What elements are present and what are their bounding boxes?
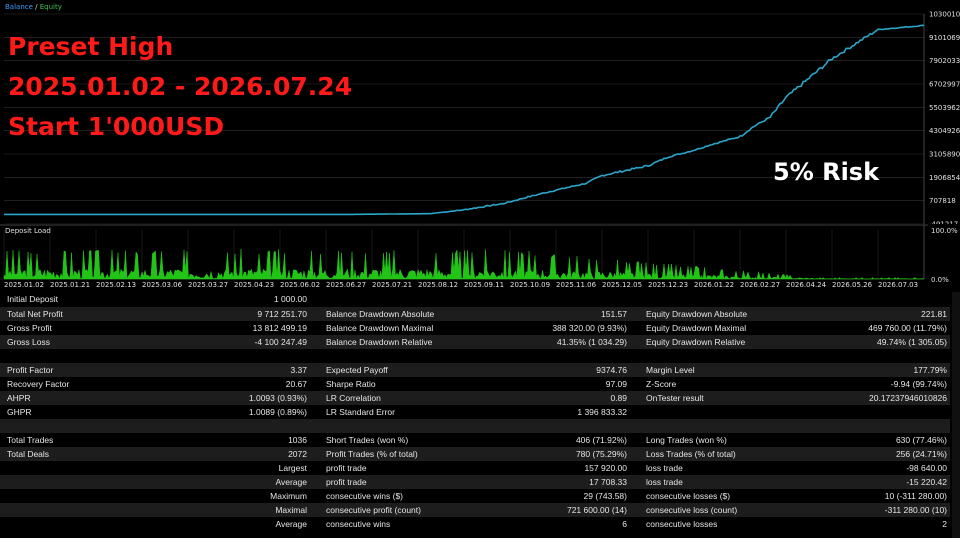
table-row: Recovery Factor 20.67 Sharpe Ratio 97.09… (7, 379, 947, 389)
table-row: AHPR 1.0093 (0.93%) LR Correlation 0.89 … (0, 391, 950, 405)
x-tick-label: 2025.09.11 (464, 281, 504, 289)
x-tick-label: 2025.04.23 (234, 281, 274, 289)
x-tick-label: 2025.01.02 (4, 281, 44, 289)
x-tick-label: 2025.01.21 (50, 281, 90, 289)
x-tick-label: 2025.06.27 (326, 281, 366, 289)
y-tick-label: 6702997 (929, 81, 960, 89)
y-tick-label: 9101069 (929, 34, 960, 42)
annotation-date-range: 2025.01.02 - 2026.07.24 (8, 72, 353, 101)
y-tick-label: 5503962 (929, 104, 960, 112)
table-row: Gross Loss -4 100 247.49 Balance Drawdow… (0, 335, 950, 349)
y-tick-label: 1906854 (929, 174, 960, 182)
table-row: Initial Deposit 1 000.00 (7, 294, 307, 304)
table-row: Total Deals 2072 Profit Trades (% of tot… (0, 447, 950, 461)
x-tick-label: 2025.03.06 (142, 281, 183, 289)
x-tick-label: 2025.06.02 (280, 281, 320, 289)
table-row: Maximum consecutive wins ($) 29 (743.58)… (270, 491, 947, 501)
table-row: Total Net Profit 9 712 251.70 Balance Dr… (0, 307, 950, 321)
x-tick-label: 2025.08.12 (418, 281, 458, 289)
x-tick-label: 2025.07.21 (372, 281, 412, 289)
y-tick-label: 4304926 (929, 127, 960, 135)
x-tick-label: 2025.03.27 (188, 281, 228, 289)
annotation-preset-title: Preset High (8, 32, 174, 61)
y-tick-label: 3105890 (929, 151, 960, 159)
report-scrollbar[interactable] (952, 292, 960, 538)
x-tick-label: 2025.02.13 (96, 281, 136, 289)
annotation-start-balance: Start 1'000USD (8, 112, 225, 141)
x-tick-label: 2025.12.05 (602, 281, 642, 289)
table-row: Gross Profit 13 812 499.19 Balance Drawd… (7, 323, 947, 333)
table-row: Average profit trade 17 708.33 loss trad… (0, 475, 950, 489)
x-tick-label: 2026.07.03 (878, 281, 918, 289)
x-tick-label: 2026.04.24 (786, 281, 827, 289)
table-row: Average consecutive wins 6 consecutive l… (275, 519, 947, 529)
table-row (0, 419, 950, 433)
deposit-load-chart: Deposit Load 100.0% 0.0% 2025.01.02 2025.… (0, 224, 960, 290)
table-row: Largest profit trade 157 920.00 loss tra… (278, 463, 947, 473)
x-tick-label: 2025.10.09 (510, 281, 550, 289)
table-row: GHPR 1.0089 (0.89%) LR Standard Error 1 … (7, 407, 627, 417)
x-tick-label: 2026.01.22 (694, 281, 734, 289)
table-row: Profit Factor 3.37 Expected Payoff 9374.… (0, 363, 950, 377)
backtest-report-table: Initial Deposit 1 000.00 Total Net Profi… (0, 292, 960, 538)
x-tick-label: 2025.12.23 (648, 281, 688, 289)
x-tick-label: 2026.05.26 (832, 281, 873, 289)
table-row: Total Trades 1036 Short Trades (won %) 4… (7, 435, 947, 445)
y-tick-label: 10300105 (929, 11, 960, 19)
load-y-top-label: 100.0% (931, 227, 958, 235)
y-tick-label: 7902033 (929, 57, 960, 65)
y-tick-label: 707818 (929, 197, 956, 205)
x-tick-label: 2026.02.27 (740, 281, 780, 289)
annotation-risk: 5% Risk (773, 158, 880, 186)
chart-legend: Balance / Equity (5, 3, 62, 11)
table-row: Maximal consecutive profit (count) 721 6… (0, 503, 950, 517)
deposit-load-title: Deposit Load (5, 227, 51, 235)
load-y-bottom-label: 0.0% (931, 276, 949, 284)
x-tick-label: 2025.11.06 (556, 281, 597, 289)
